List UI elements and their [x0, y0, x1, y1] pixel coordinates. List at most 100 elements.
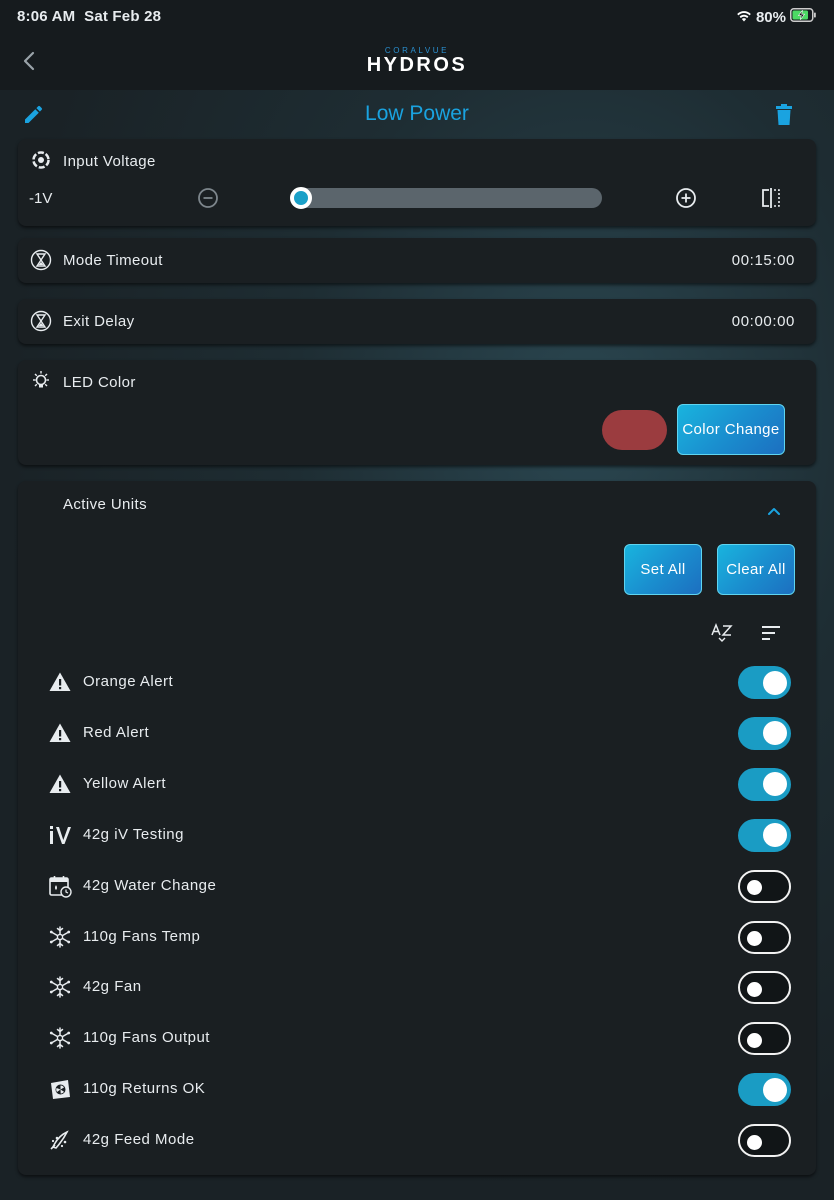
battery-percent: 80%: [755, 8, 786, 26]
unit-row: 42g Fan: [18, 963, 816, 1013]
voltage-icon: [32, 151, 50, 169]
toggle-knob: [763, 772, 787, 797]
snowflake-icon: [48, 1026, 72, 1050]
unit-toggle[interactable]: [738, 818, 791, 852]
hourglass-icon: [30, 310, 52, 332]
voltage-slider[interactable]: [290, 187, 602, 209]
unit-row: Red Alert: [18, 709, 816, 759]
unit-row: 110g Fans Output: [18, 1014, 816, 1064]
status-clock: 8:06 AM: [17, 8, 76, 25]
toggle-knob: [747, 1134, 762, 1150]
status-indicators: 80%: [736, 8, 816, 26]
unit-row: 42g Water Change: [18, 862, 816, 912]
toggle-knob: [763, 721, 787, 746]
back-button[interactable]: [18, 48, 42, 74]
input-voltage-label: Input Voltage: [63, 153, 156, 170]
delete-button[interactable]: [774, 103, 794, 127]
unit-label: Red Alert: [83, 723, 150, 741]
unit-row: Yellow Alert: [18, 760, 816, 810]
unit-label: 42g Fan: [83, 978, 142, 996]
unit-row: 110g Fans Temp: [18, 913, 816, 963]
unit-toggle[interactable]: [738, 971, 791, 1005]
mode-timeout-card[interactable]: Mode Timeout 00:15:00: [18, 238, 816, 283]
sort-lines-icon: [762, 626, 780, 640]
unit-label: Yellow Alert: [83, 774, 166, 792]
snowflake-icon: [48, 975, 72, 999]
unit-toggle[interactable]: [738, 767, 791, 801]
mode-timeout-value: 00:15:00: [731, 252, 795, 269]
unit-row: Orange Alert: [18, 658, 816, 708]
increase-button[interactable]: [675, 187, 697, 209]
hourglass-icon: [30, 249, 52, 271]
sort-az-icon: [711, 622, 733, 642]
iv-icon: [48, 823, 72, 847]
warning-icon: [48, 772, 72, 796]
battery-charging-icon: [790, 8, 816, 26]
status-bar: 8:06 AM Sat Feb 28 80%: [0, 0, 834, 32]
unit-row: 42g iV Testing: [18, 811, 816, 861]
unit-toggle[interactable]: [738, 1073, 791, 1107]
toggle-knob: [747, 981, 762, 997]
unit-toggle[interactable]: [738, 716, 791, 750]
mode-timeout-label: Mode Timeout: [63, 252, 163, 269]
active-units-label: Active Units: [63, 496, 147, 513]
trash-icon: [776, 104, 792, 125]
logo-wordmark: HYDROS: [366, 54, 468, 76]
unit-label: 110g Returns OK: [83, 1080, 206, 1098]
unit-label: 42g Feed Mode: [83, 1131, 195, 1149]
input-voltage-card: Input Voltage -1V: [18, 139, 816, 226]
slider-thumb[interactable]: [290, 187, 312, 209]
nav-bar: CORALVUE HYDROS: [0, 32, 834, 90]
unit-toggle[interactable]: [738, 920, 791, 954]
set-all-button[interactable]: Set All: [624, 544, 702, 595]
warning-icon: [48, 721, 72, 745]
collapse-button[interactable]: [766, 503, 782, 519]
minus-circle-icon: [198, 188, 218, 208]
toggle-knob: [763, 823, 787, 848]
unit-row: 110g Returns OK: [18, 1065, 816, 1115]
status-date: Sat Feb 28: [84, 8, 162, 25]
unit-label: Orange Alert: [83, 673, 174, 690]
led-color-card: LED Color Color Change: [18, 360, 816, 465]
input-voltage-value: -1V: [29, 190, 53, 207]
unit-label: 110g Fans Output: [83, 1029, 210, 1047]
unit-label: 42g Water Change: [83, 876, 217, 894]
unit-toggle[interactable]: [738, 869, 791, 903]
color-change-button[interactable]: Color Change: [677, 404, 785, 455]
app-logo: CORALVUE HYDROS: [366, 46, 468, 80]
plus-circle-icon: [676, 188, 696, 208]
toggle-knob: [763, 1077, 787, 1102]
exit-delay-value: 00:00:00: [731, 313, 795, 330]
compare-button[interactable]: [760, 186, 782, 210]
unit-label: 110g Fans Temp: [83, 927, 201, 945]
unit-label: 42g iV Testing: [83, 825, 184, 843]
title-bar: Low Power: [0, 90, 834, 140]
sort-az-button[interactable]: [710, 622, 734, 644]
warning-icon: [48, 670, 72, 694]
active-units-card: Active Units Set All Clear All Orange Al…: [18, 481, 816, 1175]
sort-order-button[interactable]: [760, 624, 782, 642]
pump-icon: [48, 1077, 72, 1101]
toggle-knob: [747, 880, 762, 896]
status-time: 8:06 AM Sat Feb 28: [17, 8, 161, 25]
bulb-icon: [33, 371, 49, 388]
snowflake-icon: [48, 925, 72, 949]
decrease-button[interactable]: [197, 187, 219, 209]
unit-toggle[interactable]: [738, 1124, 791, 1158]
wifi-icon: [736, 9, 752, 26]
split-view-icon: [762, 188, 780, 208]
toggle-knob: [747, 1032, 762, 1048]
led-color-swatch: [602, 410, 667, 450]
calendar-icon: [48, 874, 72, 898]
feed-icon: [48, 1128, 72, 1152]
chevron-up-icon: [768, 508, 780, 515]
page-title: Low Power: [365, 102, 469, 125]
unit-toggle[interactable]: [738, 1022, 791, 1056]
unit-row: 42g Feed Mode: [18, 1116, 816, 1166]
toggle-knob: [763, 670, 787, 695]
toggle-knob: [747, 931, 762, 946]
led-color-label: LED Color: [63, 374, 136, 391]
exit-delay-card[interactable]: Exit Delay 00:00:00: [18, 299, 816, 344]
unit-toggle[interactable]: [738, 666, 791, 699]
clear-all-button[interactable]: Clear All: [717, 544, 795, 595]
